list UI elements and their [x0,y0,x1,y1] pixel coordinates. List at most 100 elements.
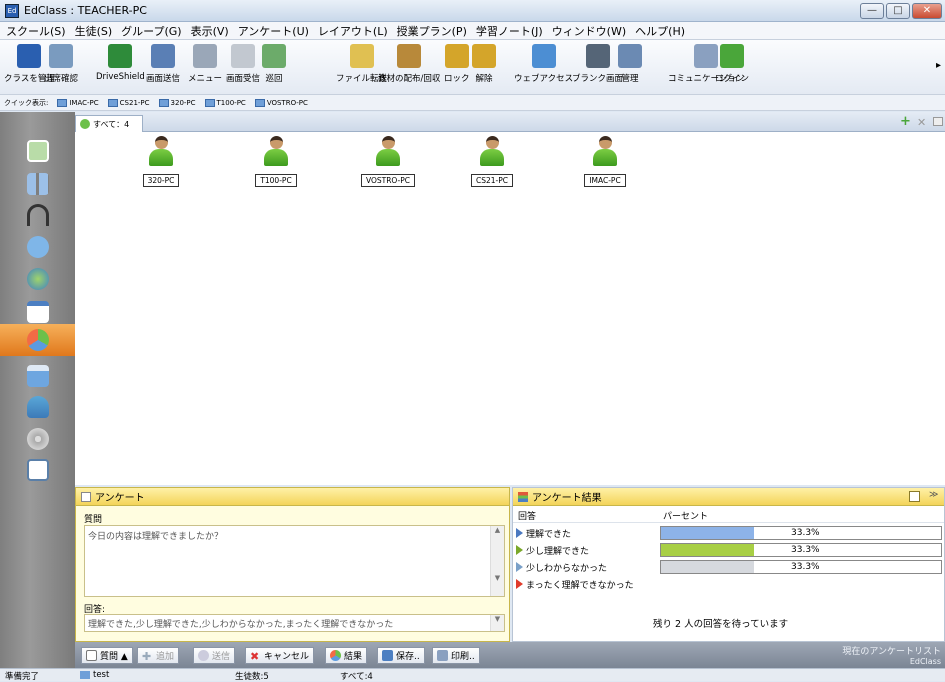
sidebar-item-web[interactable] [0,264,75,294]
result-row: まったく理解できなかった [513,576,944,592]
quick-item[interactable]: IMAC-PC [57,98,99,107]
cancel-button[interactable]: ✖ キャンセル [245,647,315,664]
toolbar-button[interactable]: メニュー [188,44,222,84]
toolbar-button[interactable]: 出席確認 [44,44,78,84]
sidebar-item-audio[interactable] [0,200,75,230]
toolbar-more-icon[interactable]: ▸ [936,60,941,71]
lock-icon [444,44,469,68]
app-icon: Ed [5,4,19,18]
menu-survey[interactable]: アンケート(U) [238,23,309,39]
quick-item[interactable]: T100-PC [204,98,246,107]
home-icon [26,140,49,162]
layout-icon [26,173,49,195]
menu-icon [193,44,217,68]
toolbar-button[interactable]: ログイン [715,44,749,84]
add-tab-icon[interactable]: + [900,114,911,129]
student-pc[interactable]: IMAC-PC [575,136,635,187]
tab-all-students[interactable]: すべて：4 [75,115,143,132]
status-item: test [80,670,109,680]
sidebar-item-user[interactable] [0,392,75,422]
menu-group[interactable]: グループ(G) [121,23,181,39]
toolbar-button-label: ブランク画面 [572,74,624,84]
toolbar-button-label: DriveShield [96,72,145,82]
toolbar-button[interactable]: 解除 [472,44,496,84]
student-pc[interactable]: CS21-PC [462,136,522,187]
print-button[interactable]: 印刷.. [432,647,480,664]
student-pc[interactable]: 320-PC [131,136,191,187]
toolbar-button[interactable]: ロック [444,44,470,84]
answers-dropdown-icon[interactable]: ▼ [490,615,504,631]
view-toggle-icon[interactable] [933,117,943,126]
web-access-icon [531,44,556,68]
maximize-button[interactable]: □ [886,3,910,19]
close-button[interactable]: ✕ [912,3,942,19]
survey-header: アンケート [76,488,509,506]
toolbar-button[interactable]: 巡回 [262,44,286,84]
toolbar-button-label: 教材の配布/回収 [378,74,441,84]
flag-icon [516,528,523,538]
collapse-icon[interactable]: ≫ [929,490,938,500]
result-row: 理解できた 33.3% [513,525,944,541]
quick-item[interactable]: 320-PC [158,98,196,107]
group-icon [80,119,90,129]
export-icon[interactable] [909,491,920,502]
result-row: 少し理解できた 33.3% [513,542,944,558]
quick-item[interactable]: CS21-PC [107,98,150,107]
menu-help[interactable]: ヘルプ(H) [635,23,685,39]
menu-layout[interactable]: レイアウト(L) [318,23,388,39]
result-button[interactable]: 結果 [325,647,368,664]
window-title: EdClass : TEACHER-PC [24,4,147,17]
manage-icon [618,44,642,68]
student-workspace: 320-PC T100-PC VOSTRO-PC CS21-PC IMAC-PC [75,132,945,485]
question-icon [26,236,49,258]
answers-input[interactable]: 理解できた,少し理解できた,少しわからなかった,まったく理解できなかった ▼ [84,614,505,632]
menu-student[interactable]: 生徒(S) [75,23,113,39]
monitor-icon [107,98,118,107]
sidebar-item-print[interactable] [0,361,75,391]
toolbar-button-label: ウェブアクセス [514,74,574,84]
shield-icon [108,44,133,68]
send-button[interactable]: 送信 [193,647,236,664]
material-distribute-icon [397,44,422,68]
menu-view[interactable]: 表示(V) [191,23,229,39]
toolbar-button[interactable]: 画面送信 [146,44,180,84]
toolbar-button[interactable]: DriveShield [96,44,145,82]
toolbar-button[interactable]: ウェブアクセス [514,44,573,84]
sidebar-item-disc[interactable] [0,424,75,454]
sidebar-item-question[interactable] [0,232,75,262]
login-icon [720,44,744,68]
sidebar-item-layout[interactable] [0,169,75,199]
screen-send-icon [151,44,175,68]
student-pc[interactable]: T100-PC [246,136,306,187]
toolbar-button-label: 巡回 [265,74,283,84]
sidebar-item-window[interactable] [0,297,75,327]
sidebar-item-home[interactable] [0,136,75,166]
toolbar-button[interactable]: 管理 [618,44,642,84]
save-button[interactable]: 保存.. [377,647,425,664]
remove-tab-icon[interactable]: ✕ [917,116,926,129]
result-answer: 少し理解できた [526,546,590,557]
toolbar-button[interactable]: 画面受信 [226,44,260,84]
status-group-count: すべて:4 [340,672,373,682]
sidebar-item-chart[interactable] [0,455,75,485]
toolbar-button-label: 出席確認 [44,74,79,84]
student-pc[interactable]: VOSTRO-PC [358,136,418,187]
toolbar-button[interactable]: 教材の配布/回収 [378,44,440,84]
add-button[interactable]: ✚ 追加 [137,647,180,664]
toolbar-button[interactable]: ブランク画面 [572,44,623,84]
scrollbar[interactable]: ▲ ▼ [490,526,504,596]
sidebar-item-survey[interactable] [0,324,75,356]
menu-lesson-plan[interactable]: 授業プラン(P) [397,23,467,39]
minimize-button[interactable]: — [860,3,884,19]
unlock-icon [472,44,496,68]
menu-school[interactable]: スクール(S) [6,23,66,39]
student-icon [477,136,507,168]
menu-window[interactable]: ウィンドウ(W) [552,23,626,39]
question-menu-button[interactable]: 質問 ▲ [81,647,133,664]
attendance-icon [49,44,73,68]
percent-text: 33.3% [791,528,820,538]
question-textarea[interactable]: 今日の内容は理解できましたか？ ▲ ▼ [84,525,505,597]
survey-results-panel: アンケート結果 ≫ 回答 パーセント 理解できた 33.3% 少し理解できた 33.3… [512,487,945,642]
menu-study-note[interactable]: 学習ノート(J) [476,23,543,39]
quick-item[interactable]: VOSTRO-PC [254,98,308,107]
